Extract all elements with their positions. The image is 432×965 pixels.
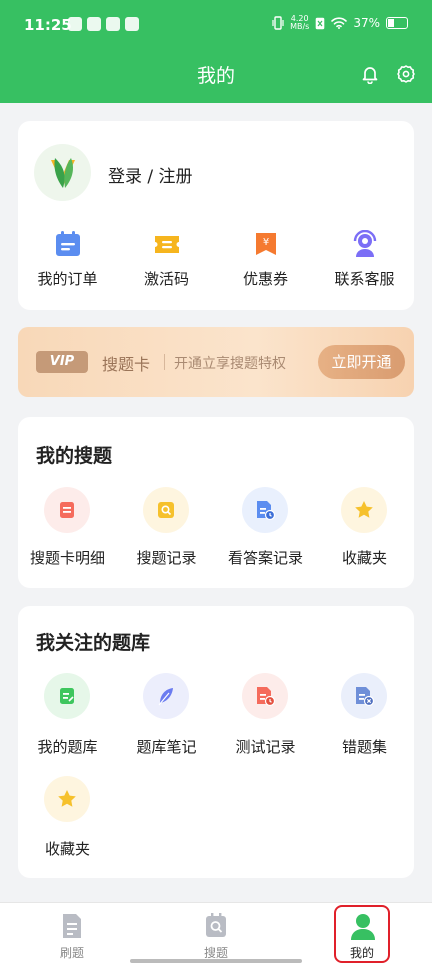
favorites-button[interactable]: 收藏夹: [315, 487, 414, 577]
followed-libraries-card: 我关注的题库 我的题库 题库笔记 测试记录 错题集 收藏夹: [18, 606, 414, 878]
app-logo-icon: [50, 157, 75, 188]
header-bar: 11:25 4.20 MB/s 37% 我的: [0, 0, 432, 103]
home-indicator[interactable]: [130, 959, 302, 963]
gear-icon[interactable]: [396, 64, 416, 84]
title-bar: 我的: [0, 55, 432, 95]
vibrate-icon: [272, 16, 284, 30]
library-icon: [44, 673, 90, 719]
star-icon: [341, 487, 387, 533]
network-speed: 4.20 MB/s: [290, 15, 309, 31]
vip-badge: VIP: [36, 351, 88, 373]
status-time: 11:25: [24, 16, 72, 34]
vip-description: 开通立享搜题特权: [174, 356, 286, 372]
library-items-row2: 收藏夹: [18, 776, 414, 866]
wrong-set-label: 错题集: [341, 738, 387, 756]
headset-icon: [353, 230, 377, 257]
coupon-button[interactable]: ¥ 优惠券: [216, 221, 315, 311]
login-register-link[interactable]: 登录 / 注册: [108, 162, 193, 187]
wrong-set-icon: [341, 673, 387, 719]
feather-icon: [143, 673, 189, 719]
svg-text:¥: ¥: [263, 237, 269, 248]
vip-divider: [164, 354, 165, 370]
activation-code-label: 激活码: [143, 270, 189, 288]
search-tab-icon: [206, 913, 226, 937]
practice-icon: [63, 914, 81, 938]
library-notes-label: 题库笔记: [136, 738, 197, 756]
battery-percent: 37%: [353, 16, 380, 30]
activation-code-button[interactable]: 激活码: [117, 221, 216, 311]
app-notification-icon: [68, 17, 82, 31]
search-record-button[interactable]: 搜题记录: [117, 487, 216, 577]
coupon-label: 优惠券: [242, 270, 288, 288]
followed-libraries-title: 我关注的题库: [36, 632, 151, 654]
favorites-label: 收藏夹: [341, 549, 387, 567]
library-items-row1: 我的题库 题库笔记 测试记录 错题集: [18, 673, 414, 763]
customer-service-label: 联系客服: [334, 270, 395, 288]
answer-record-icon: [242, 487, 288, 533]
star-icon: [44, 776, 90, 822]
speed-unit: MB/s: [290, 22, 310, 31]
calendar-icon: [56, 231, 80, 256]
test-record-button[interactable]: 测试记录: [216, 673, 315, 763]
tab-practice-label: 刷题: [59, 946, 84, 960]
quick-actions: 我的订单 激活码 ¥ 优惠券 联系客服: [18, 221, 414, 311]
my-library-button[interactable]: 我的题库: [18, 673, 117, 763]
wrong-set-button[interactable]: 错题集: [315, 673, 414, 763]
answer-record-label: 看答案记录: [227, 549, 303, 567]
library-favorites-label: 收藏夹: [44, 840, 90, 858]
tab-practice[interactable]: 刷题: [27, 903, 117, 965]
notification-icons: [68, 17, 139, 31]
my-search-card: 我的搜题 搜题卡明细 搜题记录 看答案记录 收藏夹: [18, 417, 414, 588]
test-record-label: 测试记录: [235, 738, 296, 756]
wifi-icon: [331, 17, 348, 29]
card-detail-icon: [44, 487, 90, 533]
profile-card: 登录 / 注册 我的订单 激活码 ¥ 优惠券 联系客服: [18, 121, 414, 310]
activate-now-button[interactable]: 立即开通: [318, 345, 405, 379]
search-record-label: 搜题记录: [136, 549, 197, 567]
app-icon: [125, 17, 139, 31]
vip-banner[interactable]: VIP 搜题卡 开通立享搜题特权 立即开通: [18, 327, 414, 397]
search-card-detail-label: 搜题卡明细: [29, 549, 105, 567]
library-notes-button[interactable]: 题库笔记: [117, 673, 216, 763]
tab-search[interactable]: 搜题: [171, 903, 261, 965]
status-bar: 11:25 4.20 MB/s 37%: [0, 0, 432, 48]
avatar[interactable]: [34, 144, 91, 201]
bell-icon[interactable]: [360, 64, 380, 84]
tiktok-icon: [87, 17, 101, 31]
my-search-items: 搜题卡明细 搜题记录 看答案记录 收藏夹: [18, 487, 414, 577]
app-badge-icon: [106, 17, 120, 31]
coupon-icon: ¥: [256, 233, 276, 255]
search-card-detail-button[interactable]: 搜题卡明细: [18, 487, 117, 577]
customer-service-button[interactable]: 联系客服: [315, 221, 414, 311]
selection-highlight: [334, 905, 390, 963]
battery-icon: [386, 17, 408, 29]
sim-icon: [316, 17, 325, 29]
my-orders-label: 我的订单: [37, 270, 98, 288]
my-library-label: 我的题库: [37, 738, 98, 756]
vip-card-name: 搜题卡: [102, 355, 151, 374]
search-record-icon: [143, 487, 189, 533]
my-search-title: 我的搜题: [36, 445, 113, 467]
library-favorites-button[interactable]: 收藏夹: [18, 776, 117, 866]
ticket-icon: [155, 236, 179, 253]
answer-record-button[interactable]: 看答案记录: [216, 487, 315, 577]
my-orders-button[interactable]: 我的订单: [18, 221, 117, 311]
status-right: 4.20 MB/s 37%: [272, 15, 408, 31]
test-record-icon: [242, 673, 288, 719]
